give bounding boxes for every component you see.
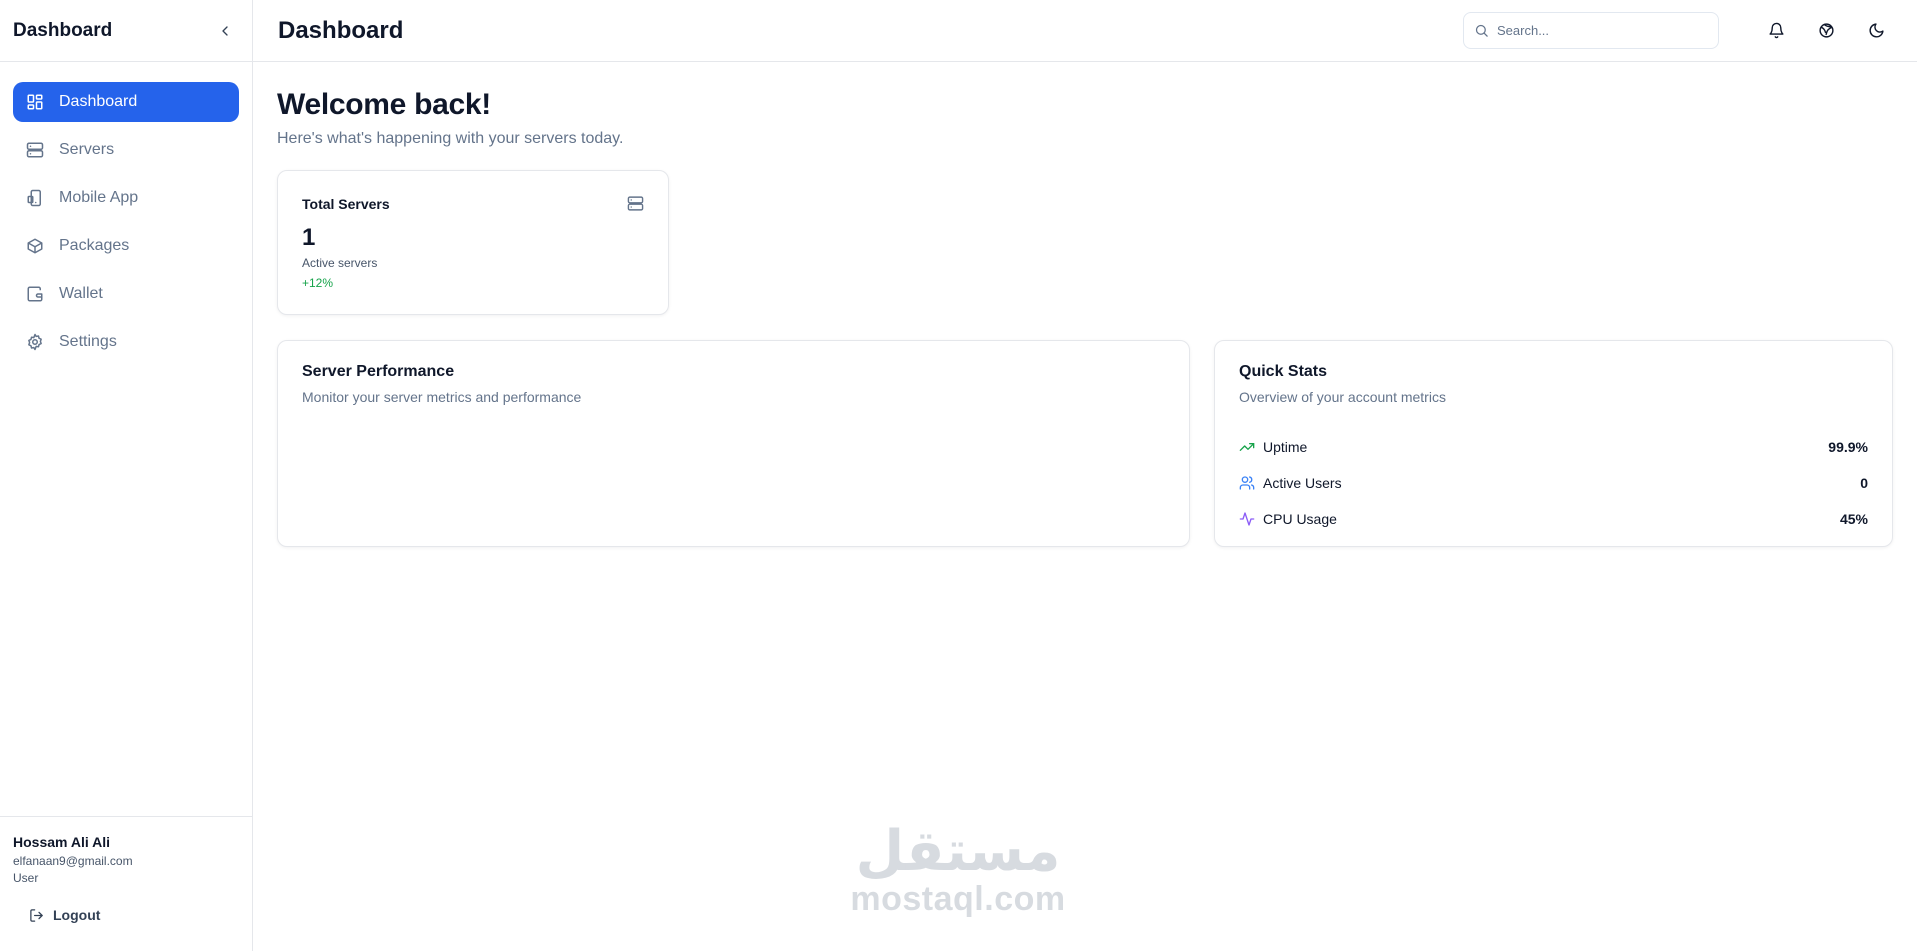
total-servers-label: Total Servers: [302, 195, 390, 212]
quick-stats-card: Quick Stats Overview of your account met…: [1214, 340, 1893, 547]
sidebar-item-wallet[interactable]: Wallet: [13, 274, 239, 314]
sidebar-item-label: Wallet: [59, 285, 103, 302]
logout-label: Logout: [53, 907, 101, 923]
globe-icon: [1818, 23, 1834, 38]
page-title: Dashboard: [278, 16, 404, 44]
mobile-icon: [25, 188, 45, 208]
wallet-icon: [25, 284, 45, 304]
search-icon: [1475, 24, 1488, 37]
stat-value: 45%: [1839, 511, 1868, 527]
top-header: Dashboard: [253, 0, 1917, 62]
trending-up-icon: [1239, 439, 1255, 455]
quick-stats-title: Quick Stats: [1239, 363, 1328, 380]
stat-value: 99.9%: [1828, 439, 1868, 455]
stat-label: Active Users: [1263, 475, 1342, 491]
welcome-subtitle: Here's what's happening with your server…: [277, 130, 624, 147]
logout-button[interactable]: Logout: [29, 907, 239, 923]
sidebar-item-mobile-app[interactable]: Mobile App: [13, 178, 239, 218]
sidebar-item-label: Packages: [59, 237, 130, 254]
stat-label: Uptime: [1263, 439, 1308, 455]
logout-icon: [29, 908, 44, 923]
notifications-button[interactable]: [1759, 14, 1793, 48]
user-email: elfanaan9@gmail.com: [13, 854, 133, 868]
user-role: User: [13, 871, 39, 885]
search-box: [1463, 12, 1719, 49]
stat-row-uptime: Uptime 99.9%: [1239, 429, 1868, 465]
sidebar: Dashboard Dashboard Servers Mobile App P…: [0, 0, 253, 951]
watermark-latin: mostaql.com: [850, 880, 1066, 918]
package-icon: [25, 236, 45, 256]
total-servers-value: 1: [302, 224, 316, 251]
dashboard-icon: [25, 92, 45, 112]
gear-icon: [25, 332, 45, 352]
stat-value: 0: [1860, 475, 1868, 491]
user-name: Hossam Ali Ali: [13, 834, 110, 850]
quick-stats-list: Uptime 99.9% Active Users 0 CPU Usage 45…: [1239, 429, 1868, 537]
sidebar-item-servers[interactable]: Servers: [13, 130, 239, 170]
server-icon: [25, 140, 45, 160]
sidebar-item-settings[interactable]: Settings: [13, 322, 239, 362]
sidebar-item-label: Dashboard: [59, 93, 138, 110]
stat-row-cpu-usage: CPU Usage 45%: [1239, 501, 1868, 537]
main-content: Welcome back! Here's what's happening wi…: [277, 62, 1893, 547]
performance-subtitle: Monitor your server metrics and performa…: [302, 389, 582, 405]
sidebar-item-dashboard[interactable]: Dashboard: [13, 82, 239, 122]
user-panel: Hossam Ali Ali elfanaan9@gmail.com User …: [0, 816, 252, 951]
search-input[interactable]: [1497, 23, 1697, 38]
sidebar-nav: Dashboard Servers Mobile App Packages Wa…: [0, 62, 252, 362]
total-servers-change: +12%: [302, 276, 334, 290]
server-performance-card: Server Performance Monitor your server m…: [277, 340, 1190, 547]
sidebar-title: Dashboard: [13, 19, 113, 41]
sidebar-item-label: Servers: [59, 141, 115, 158]
sidebar-item-label: Mobile App: [59, 189, 139, 206]
moon-icon: [1869, 23, 1884, 38]
collapse-sidebar-button[interactable]: [211, 17, 239, 45]
theme-toggle-button[interactable]: [1859, 14, 1893, 48]
sidebar-header: Dashboard: [0, 0, 252, 62]
quick-stats-subtitle: Overview of your account metrics: [1239, 389, 1446, 405]
activity-icon: [1239, 511, 1255, 527]
users-icon: [1239, 475, 1255, 491]
total-servers-card: Total Servers 1 Active servers +12%: [277, 170, 669, 315]
server-icon: [627, 196, 644, 211]
stat-row-active-users: Active Users 0: [1239, 465, 1868, 501]
performance-title: Server Performance: [302, 363, 455, 380]
total-servers-sub: Active servers: [302, 256, 378, 270]
sidebar-item-label: Settings: [59, 333, 117, 350]
stat-label: CPU Usage: [1263, 511, 1337, 527]
watermark-arabic: مستقل: [855, 819, 1061, 884]
bell-icon: [1768, 22, 1784, 39]
sidebar-item-packages[interactable]: Packages: [13, 226, 239, 266]
watermark-logo: مستقل mostaql.com: [842, 819, 1074, 918]
chevron-left-icon: [222, 25, 228, 36]
welcome-title: Welcome back!: [277, 88, 491, 121]
language-button[interactable]: [1809, 14, 1843, 48]
